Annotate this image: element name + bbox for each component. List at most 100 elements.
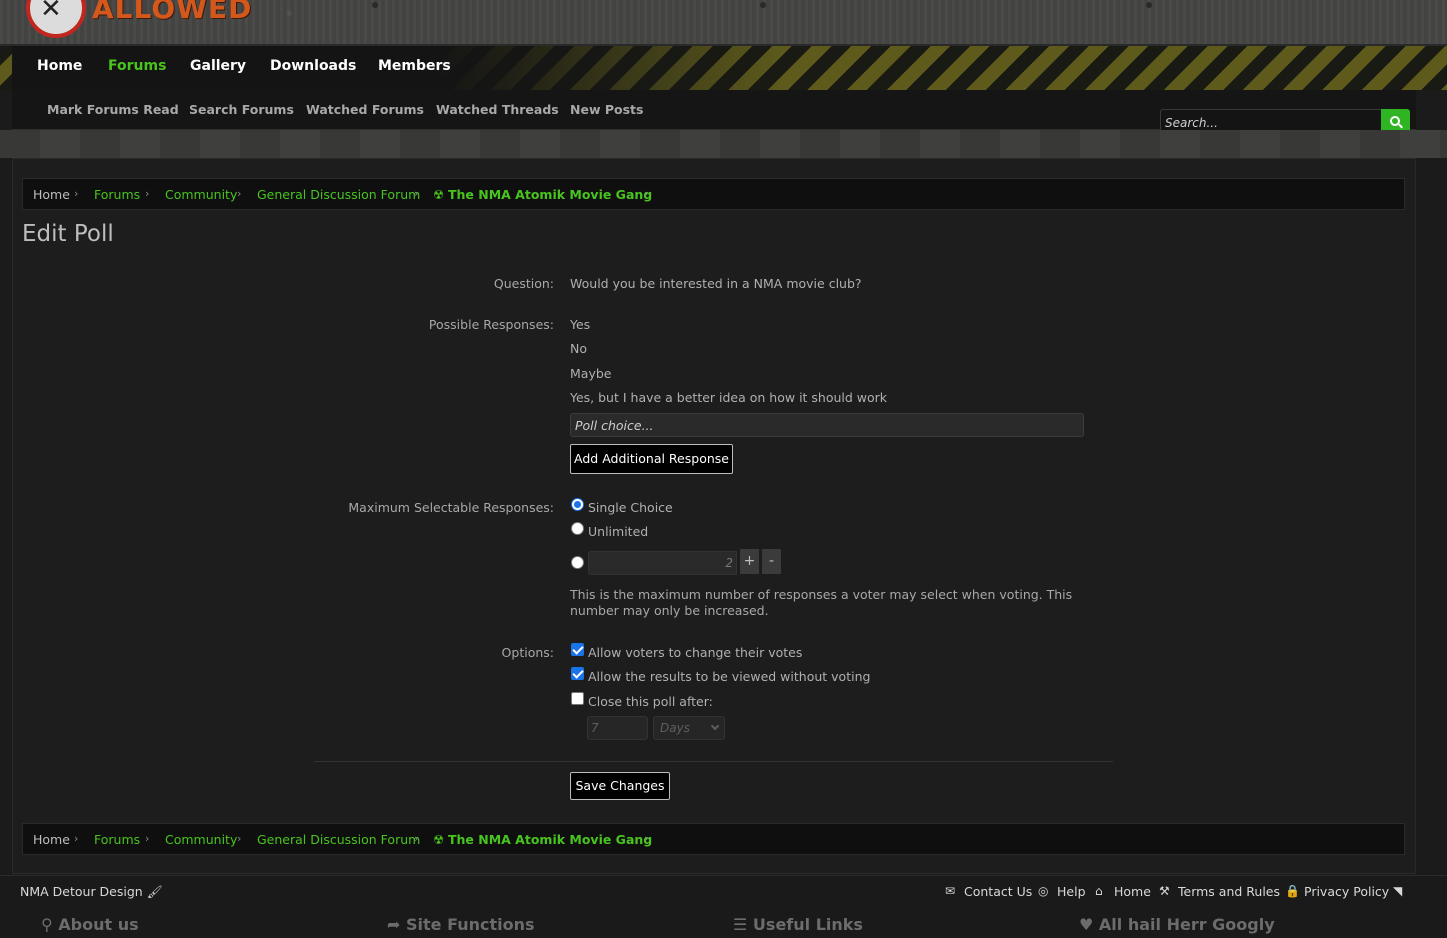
nav-home[interactable]: Home (37, 58, 82, 74)
response-item: Maybe (570, 366, 612, 381)
footer-col-site-functions-label: Site Functions (405, 915, 535, 934)
footer-col-about: ⚲ About us (41, 915, 139, 934)
breadcrumb-community[interactable]: Community (165, 832, 237, 847)
single-choice-radio[interactable] (571, 498, 584, 511)
single-choice-label: Single Choice (588, 500, 673, 515)
add-response-button[interactable]: Add Additional Response (570, 444, 733, 474)
footer-col-site-functions: ➦ Site Functions (387, 915, 535, 934)
texture-strip (0, 130, 1447, 158)
options-label: Options: (501, 645, 554, 660)
content-panel (12, 158, 1416, 874)
list-icon: ☰ (733, 915, 748, 934)
footer-col-about-label: About us (58, 915, 139, 934)
subnav-search-forums[interactable]: Search Forums (189, 102, 294, 117)
chevron-right-icon: › (414, 187, 419, 200)
nav-gallery[interactable]: Gallery (190, 58, 246, 74)
chevron-right-icon: › (145, 187, 150, 200)
nav-members[interactable]: Members (378, 58, 451, 74)
stepper-plus-button[interactable]: + (740, 549, 759, 574)
nav-forums[interactable]: Forums (108, 58, 166, 74)
home-icon: ⌂ (1095, 884, 1103, 898)
search-icon-handle (1398, 123, 1403, 129)
subnav-mark-forums-read[interactable]: Mark Forums Read (47, 102, 179, 117)
breadcrumb: Home › Forums › Community › General Disc… (22, 178, 1405, 210)
footer-home[interactable]: Home (1114, 884, 1151, 899)
footer-privacy[interactable]: Privacy Policy (1304, 884, 1389, 899)
rivet-icon (760, 2, 766, 8)
unlimited-label: Unlimited (588, 524, 649, 539)
chevron-right-icon: › (237, 832, 242, 845)
chevron-right-icon: › (237, 187, 242, 200)
gavel-icon: ⚒ (1159, 884, 1170, 898)
breadcrumb-forums[interactable]: Forums (94, 832, 140, 847)
help-icon: ◎ (1038, 884, 1049, 898)
close-after-unit-value: Days (660, 721, 690, 735)
breadcrumb-general-discussion[interactable]: General Discussion Forum (257, 832, 420, 847)
site-banner: ✕ ALLOWED (0, 0, 1447, 46)
poll-choice-input[interactable]: Poll choice... (570, 413, 1084, 437)
footer-col-herr-googly: ♥ All hail Herr Googly (1079, 915, 1275, 934)
breadcrumb-movie-gang[interactable]: The NMA Atomik Movie Gang (448, 187, 652, 202)
style-name: NMA Detour Design (20, 884, 143, 899)
response-item: Yes, but I have a better idea on how it … (570, 390, 888, 405)
subnav-watched-threads[interactable]: Watched Threads (436, 102, 559, 117)
map-marker-icon: ⚲ (41, 915, 53, 934)
footer-col-useful-links-label: Useful Links (752, 915, 863, 934)
unlimited-radio[interactable] (571, 522, 584, 535)
chevron-right-icon: › (74, 832, 79, 845)
chevron-right-icon: › (414, 832, 419, 845)
lock-icon: 🔒 (1285, 884, 1300, 898)
footer-contact-us[interactable]: Contact Us (964, 884, 1032, 899)
allow-change-votes-checkbox[interactable] (571, 643, 584, 656)
breadcrumb-community[interactable]: Community (165, 187, 237, 202)
nav-downloads[interactable]: Downloads (270, 58, 356, 74)
envelope-icon: ✉ (945, 884, 956, 898)
view-results-checkbox[interactable] (571, 667, 584, 680)
breadcrumb-general-discussion[interactable]: General Discussion Forum (257, 187, 420, 202)
breadcrumb-movie-gang[interactable]: The NMA Atomik Movie Gang (448, 832, 652, 847)
breadcrumb-home[interactable]: Home (33, 832, 70, 847)
footer-col-useful-links: ☰ Useful Links (733, 915, 863, 934)
response-item: Yes (570, 317, 591, 332)
footer-terms[interactable]: Terms and Rules (1178, 884, 1280, 899)
chevron-right-icon: › (644, 832, 649, 845)
chevron-down-icon (710, 721, 720, 731)
share-icon: ➦ (387, 915, 401, 934)
style-chooser-link[interactable]: NMA Detour Design 🖌 (20, 884, 163, 900)
allow-change-votes-label: Allow voters to change their votes (588, 645, 803, 660)
paint-brush-icon: 🖌 (146, 884, 163, 899)
response-item: No (570, 341, 587, 356)
chevron-right-icon: › (644, 187, 649, 200)
rivet-icon (372, 2, 378, 8)
form-divider (314, 761, 1113, 762)
max-responses-number-input[interactable]: 2 (588, 551, 737, 575)
close-poll-label: Close this poll after: (588, 694, 713, 709)
subnav-watched-forums[interactable]: Watched Forums (306, 102, 424, 117)
breadcrumb-forums[interactable]: Forums (94, 187, 140, 202)
max-responses-hint: This is the maximum number of responses … (570, 587, 1073, 618)
save-changes-button[interactable]: Save Changes (570, 772, 670, 800)
subnav-new-posts[interactable]: New Posts (570, 102, 643, 117)
page-title: Edit Poll (22, 221, 114, 247)
chevron-right-icon: › (74, 187, 79, 200)
radiation-icon: ☢ (433, 187, 445, 202)
close-after-unit-select[interactable]: Days (653, 716, 725, 740)
question-value: Would you be interested in a NMA movie c… (570, 276, 862, 291)
footer-help[interactable]: Help (1057, 884, 1086, 899)
logo-x-mark: ✕ (40, 0, 62, 24)
rss-icon[interactable]: ◥ (1393, 884, 1402, 898)
close-poll-checkbox[interactable] (571, 692, 584, 705)
breadcrumb-bottom: Home › Forums › Community › General Disc… (22, 823, 1405, 855)
main-nav: Home Forums Gallery Downloads Members (0, 46, 1447, 90)
close-after-input[interactable]: 7 (587, 716, 648, 740)
logo-text: ALLOWED (92, 0, 253, 25)
heart-icon: ♥ (1079, 915, 1094, 934)
breadcrumb-home[interactable]: Home (33, 187, 70, 202)
radiation-icon: ☢ (433, 832, 445, 847)
footer-col-herr-googly-label: All hail Herr Googly (1098, 915, 1275, 934)
view-results-label: Allow the results to be viewed without v… (588, 669, 871, 684)
responses-label: Possible Responses: (428, 317, 554, 332)
rivet-icon (1146, 2, 1152, 8)
custom-number-radio[interactable] (571, 556, 584, 569)
stepper-minus-button[interactable]: - (762, 549, 781, 574)
